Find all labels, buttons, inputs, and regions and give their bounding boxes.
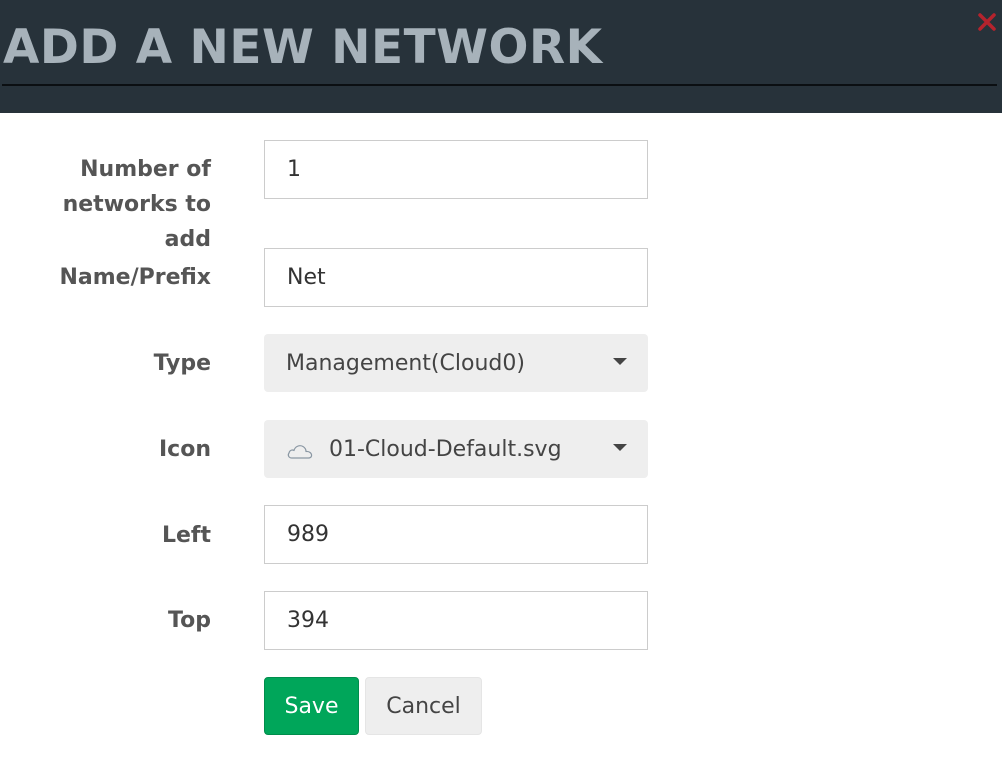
chevron-down-icon bbox=[613, 444, 627, 451]
save-button[interactable]: Save bbox=[264, 677, 359, 735]
count-label: Number of networks to add bbox=[11, 152, 211, 257]
name-label: Name/Prefix bbox=[59, 265, 211, 290]
cancel-button[interactable]: Cancel bbox=[365, 677, 482, 735]
top-input[interactable] bbox=[264, 591, 648, 650]
icon-select[interactable]: 01-Cloud-Default.svg bbox=[264, 420, 648, 478]
count-input[interactable] bbox=[264, 140, 648, 199]
dialog-header: ADD A NEW NETWORK bbox=[0, 0, 1002, 113]
dialog-title: ADD A NEW NETWORK bbox=[3, 20, 603, 75]
top-label: Top bbox=[168, 608, 211, 633]
count-label-line1: Number of bbox=[80, 157, 211, 182]
type-label: Type bbox=[153, 351, 211, 376]
cloud-icon bbox=[286, 441, 314, 461]
close-x-glyph bbox=[978, 13, 996, 31]
close-icon[interactable] bbox=[975, 10, 999, 34]
left-label: Left bbox=[161, 523, 211, 548]
count-label-line2: networks to add bbox=[62, 192, 211, 252]
type-select-value: Management(Cloud0) bbox=[286, 350, 525, 376]
name-prefix-input[interactable] bbox=[264, 248, 648, 307]
type-select[interactable]: Management(Cloud0) bbox=[264, 334, 648, 392]
add-network-dialog: ADD A NEW NETWORK Number of networks to … bbox=[0, 0, 1002, 764]
left-input[interactable] bbox=[264, 505, 648, 564]
icon-select-value: 01-Cloud-Default.svg bbox=[329, 436, 562, 462]
title-divider bbox=[2, 84, 997, 86]
icon-label: Icon bbox=[158, 437, 211, 462]
chevron-down-icon bbox=[613, 358, 627, 365]
